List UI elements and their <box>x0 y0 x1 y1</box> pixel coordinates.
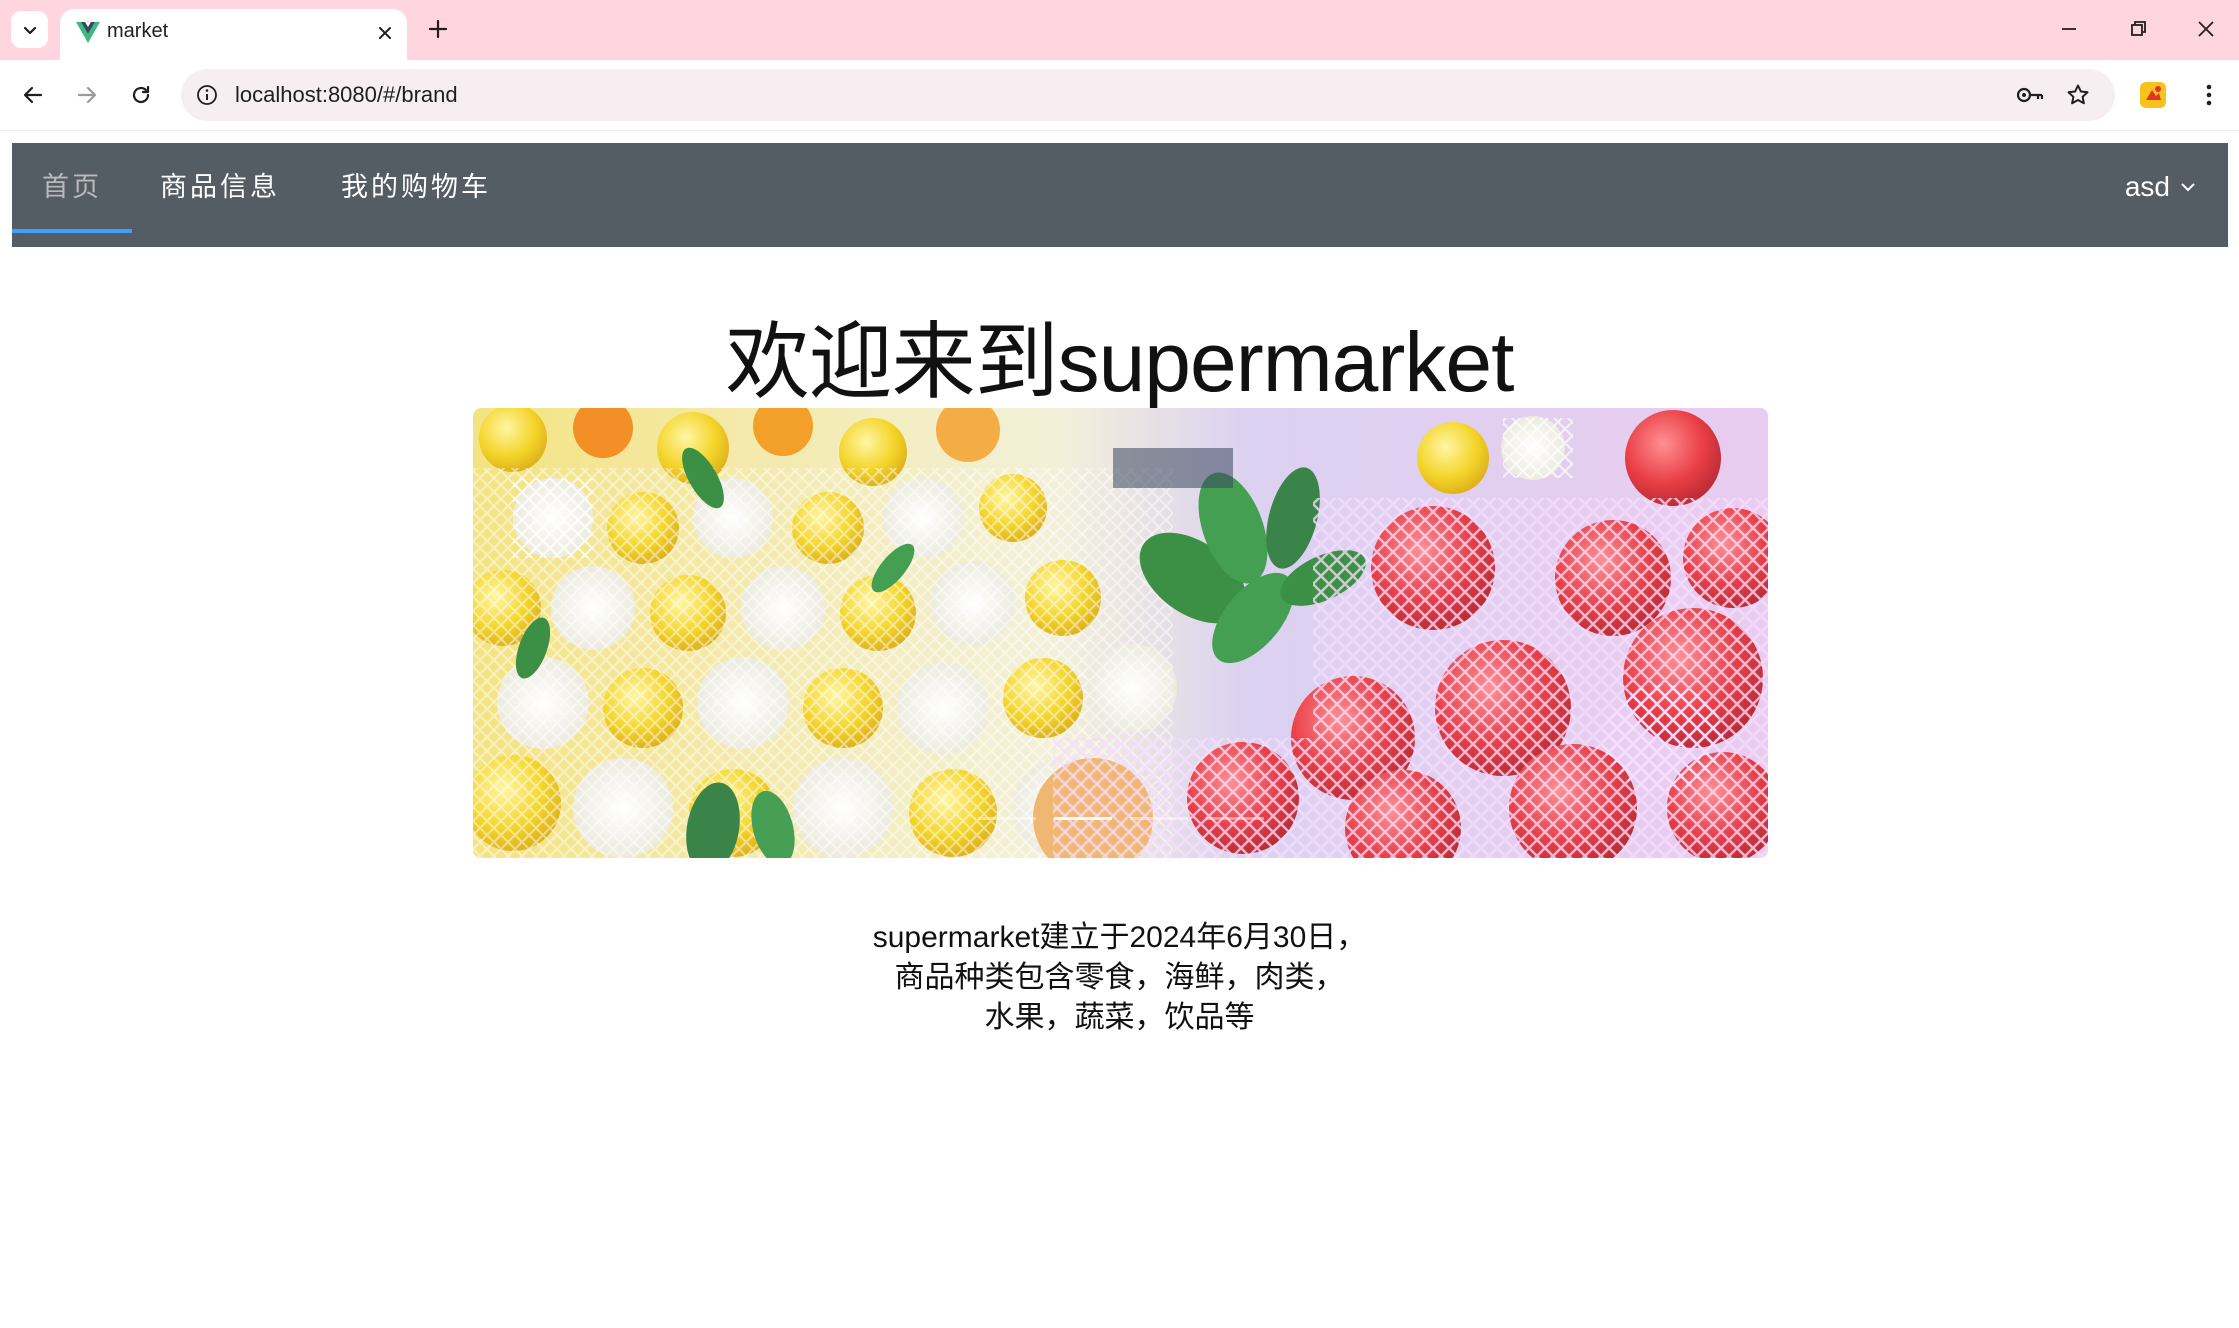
nav-item-label: 商品信息 <box>160 172 280 203</box>
reload-button[interactable] <box>122 76 160 114</box>
nav-item-label: 首页 <box>42 172 102 203</box>
intro-line: supermarket建立于2024年6月30日， <box>872 921 1367 954</box>
bookmark-star-button[interactable] <box>2063 81 2093 109</box>
page-title: 欢迎来到supermarket <box>725 315 1515 409</box>
arrow-left-icon <box>23 86 43 104</box>
image-carousel[interactable] <box>473 408 1768 858</box>
carousel-indicator[interactable] <box>1205 817 1264 820</box>
carousel-indicator[interactable] <box>977 817 1036 820</box>
vue-logo-icon <box>76 22 100 43</box>
nav-item-home[interactable]: 首页 <box>12 143 132 247</box>
forward-button[interactable] <box>68 76 106 114</box>
browser-tab-strip: market <box>0 0 2239 60</box>
close-icon <box>2198 21 2214 37</box>
carousel-indicator[interactable] <box>1129 817 1188 820</box>
top-navigation-menu: 首页 商品信息 我的购物车 asd <box>12 143 2228 247</box>
extension-button[interactable] <box>2134 76 2172 114</box>
chevron-down-icon <box>2181 183 2195 192</box>
minimize-button[interactable] <box>2049 10 2089 48</box>
username: asd <box>2124 171 2170 202</box>
nav-item-products[interactable]: 商品信息 <box>150 143 290 247</box>
extension-icon <box>2140 82 2166 108</box>
intro-line: 水果，蔬菜，饮品等 <box>984 1001 1255 1034</box>
address-bar[interactable]: localhost:8080/#/brand <box>181 69 2115 121</box>
new-tab-button[interactable] <box>423 14 453 44</box>
site-info-button[interactable] <box>193 81 221 109</box>
reload-icon <box>132 85 150 104</box>
arrow-right-icon <box>77 86 97 104</box>
intro-line: 商品种类包含零食，海鲜，肉类， <box>894 961 1345 994</box>
chevron-down-icon <box>23 26 36 34</box>
browser-toolbar: localhost:8080/#/brand <box>0 60 2239 131</box>
star-icon <box>2067 84 2089 105</box>
fruit-display-image <box>473 408 1768 858</box>
tab-close-button[interactable] <box>373 21 397 45</box>
restore-icon <box>2131 21 2146 36</box>
browser-tab[interactable]: market <box>60 9 407 60</box>
tab-title: market <box>107 20 169 42</box>
intro-text: supermarket建立于2024年6月30日， 商品种类包含零食，海鲜，肉类… <box>0 918 2239 1038</box>
carousel-indicators <box>473 817 1768 820</box>
tab-search-button[interactable] <box>11 11 48 48</box>
url-text: localhost:8080/#/brand <box>235 82 458 107</box>
close-window-button[interactable] <box>2186 10 2226 48</box>
restore-button[interactable] <box>2118 10 2158 48</box>
password-key-button[interactable] <box>2015 81 2045 109</box>
info-icon <box>197 85 217 105</box>
minimize-icon <box>2062 28 2076 30</box>
close-icon <box>379 27 391 39</box>
nav-item-label: 我的购物车 <box>341 172 491 203</box>
plus-icon <box>428 19 448 39</box>
carousel-indicator-active[interactable] <box>1053 817 1112 820</box>
nav-item-cart[interactable]: 我的购物车 <box>334 143 498 247</box>
back-button[interactable] <box>14 76 52 114</box>
active-tab-indicator <box>12 229 132 233</box>
key-icon <box>2016 87 2044 103</box>
user-dropdown[interactable]: asd <box>2125 165 2196 209</box>
more-vertical-icon <box>2206 84 2212 106</box>
browser-menu-button[interactable] <box>2190 76 2228 114</box>
